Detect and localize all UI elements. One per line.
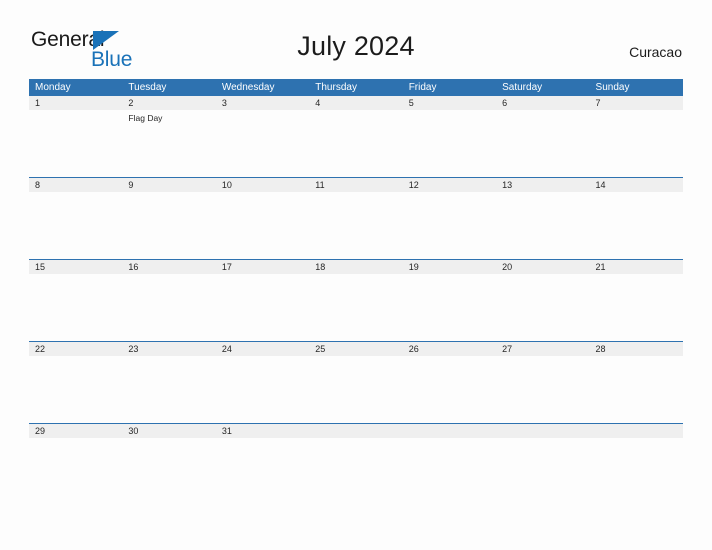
page-title: July 2024 xyxy=(297,31,415,61)
day-number-21[interactable]: 21 xyxy=(590,260,683,274)
day-number-4[interactable]: 4 xyxy=(309,96,402,110)
event-band: Flag Day xyxy=(29,110,683,177)
weekday-header-wednesday: Wednesday xyxy=(221,82,275,93)
day-cell-27[interactable] xyxy=(496,356,589,423)
weekday-header-row: Monday Tuesday Wednesday Thursday Friday Satu… xyxy=(29,79,683,96)
day-number-28[interactable]: 28 xyxy=(590,342,683,356)
day-number-26[interactable]: 26 xyxy=(403,342,496,356)
day-cell-28[interactable] xyxy=(590,356,683,423)
day-cell-empty xyxy=(496,438,589,505)
day-cell-8[interactable] xyxy=(29,192,122,259)
day-number-12[interactable]: 12 xyxy=(403,178,496,192)
day-cell-21[interactable] xyxy=(590,274,683,341)
day-number-8[interactable]: 8 xyxy=(29,178,122,192)
day-number-empty xyxy=(309,424,402,438)
day-number-empty xyxy=(590,424,683,438)
day-number-13[interactable]: 13 xyxy=(496,178,589,192)
day-cell-6[interactable] xyxy=(496,110,589,177)
day-cell-24[interactable] xyxy=(216,356,309,423)
day-number-31[interactable]: 31 xyxy=(216,424,309,438)
page-header: General Blue July 2024 Curacao xyxy=(0,0,712,70)
weekday-header-saturday: Saturday xyxy=(502,82,543,93)
day-cell-10[interactable] xyxy=(216,192,309,259)
event-band xyxy=(29,192,683,259)
day-number-9[interactable]: 9 xyxy=(122,178,215,192)
day-cell-19[interactable] xyxy=(403,274,496,341)
day-cell-26[interactable] xyxy=(403,356,496,423)
day-number-22[interactable]: 22 xyxy=(29,342,122,356)
day-number-15[interactable]: 15 xyxy=(29,260,122,274)
day-number-empty xyxy=(496,424,589,438)
day-cell-17[interactable] xyxy=(216,274,309,341)
day-number-30[interactable]: 30 xyxy=(122,424,215,438)
day-cell-3[interactable] xyxy=(216,110,309,177)
day-cell-29[interactable] xyxy=(29,438,122,505)
date-band: 15 16 17 18 19 20 21 xyxy=(29,260,683,274)
day-number-empty xyxy=(403,424,496,438)
day-cell-empty xyxy=(590,438,683,505)
weekday-header-monday: Monday xyxy=(35,82,71,93)
day-number-3[interactable]: 3 xyxy=(216,96,309,110)
date-band: 8 9 10 11 12 13 14 xyxy=(29,178,683,192)
day-cell-14[interactable] xyxy=(590,192,683,259)
day-cell-23[interactable] xyxy=(122,356,215,423)
day-number-2[interactable]: 2 xyxy=(122,96,215,110)
week-row: 15 16 17 18 19 20 21 xyxy=(29,259,683,341)
day-cell-11[interactable] xyxy=(309,192,402,259)
calendar-grid: Monday Tuesday Wednesday Thursday Friday Satu… xyxy=(29,79,683,505)
day-cell-empty xyxy=(309,438,402,505)
day-number-25[interactable]: 25 xyxy=(309,342,402,356)
day-cell-13[interactable] xyxy=(496,192,589,259)
day-cell-25[interactable] xyxy=(309,356,402,423)
day-number-29[interactable]: 29 xyxy=(29,424,122,438)
day-number-27[interactable]: 27 xyxy=(496,342,589,356)
week-row: 29 30 31 xyxy=(29,423,683,505)
day-number-1[interactable]: 1 xyxy=(29,96,122,110)
weekday-header-thursday: Thursday xyxy=(315,82,357,93)
date-band: 29 30 31 xyxy=(29,424,683,438)
day-number-19[interactable]: 19 xyxy=(403,260,496,274)
calendar-weeks: 1 2 3 4 5 6 7 Flag Day 8 9 10 11 12 13 14 15 16 17 18 19 20 2… xyxy=(29,96,683,505)
day-cell-18[interactable] xyxy=(309,274,402,341)
date-band: 22 23 24 25 26 27 28 xyxy=(29,342,683,356)
event-band xyxy=(29,274,683,341)
date-band: 1234567 xyxy=(29,96,683,110)
day-number-11[interactable]: 11 xyxy=(309,178,402,192)
weekday-header-friday: Friday xyxy=(408,82,437,93)
day-cell-5[interactable] xyxy=(403,110,496,177)
week-row: 22 23 24 25 26 27 28 xyxy=(29,341,683,423)
day-number-10[interactable]: 10 xyxy=(216,178,309,192)
day-number-16[interactable]: 16 xyxy=(122,260,215,274)
day-cell-12[interactable] xyxy=(403,192,496,259)
day-number-20[interactable]: 20 xyxy=(496,260,589,274)
day-number-18[interactable]: 18 xyxy=(309,260,402,274)
day-number-7[interactable]: 7 xyxy=(590,96,683,110)
week-row: 8 9 10 11 12 13 14 xyxy=(29,177,683,259)
day-cell-2[interactable]: Flag Day xyxy=(122,110,215,177)
day-cell-30[interactable] xyxy=(122,438,215,505)
weekday-header-tuesday: Tuesday xyxy=(128,82,167,93)
day-cell-20[interactable] xyxy=(496,274,589,341)
day-cell-15[interactable] xyxy=(29,274,122,341)
day-cell-7[interactable] xyxy=(590,110,683,177)
day-cell-1[interactable] xyxy=(29,110,122,177)
day-number-5[interactable]: 5 xyxy=(403,96,496,110)
day-cell-9[interactable] xyxy=(122,192,215,259)
event-label: Flag Day xyxy=(128,113,163,123)
day-number-23[interactable]: 23 xyxy=(122,342,215,356)
day-cell-16[interactable] xyxy=(122,274,215,341)
day-cell-22[interactable] xyxy=(29,356,122,423)
event-band xyxy=(29,356,683,423)
day-cell-4[interactable] xyxy=(309,110,402,177)
day-cell-31[interactable] xyxy=(216,438,309,505)
day-number-17[interactable]: 17 xyxy=(216,260,309,274)
day-cell-empty xyxy=(403,438,496,505)
day-number-6[interactable]: 6 xyxy=(496,96,589,110)
region-label: Curacao xyxy=(629,44,682,60)
day-number-24[interactable]: 24 xyxy=(216,342,309,356)
weekday-header-sunday: Sunday xyxy=(595,82,630,93)
week-row: 1 2 3 4 5 6 7 Flag Day xyxy=(29,96,683,177)
day-number-14[interactable]: 14 xyxy=(590,178,683,192)
event-band xyxy=(29,438,683,505)
